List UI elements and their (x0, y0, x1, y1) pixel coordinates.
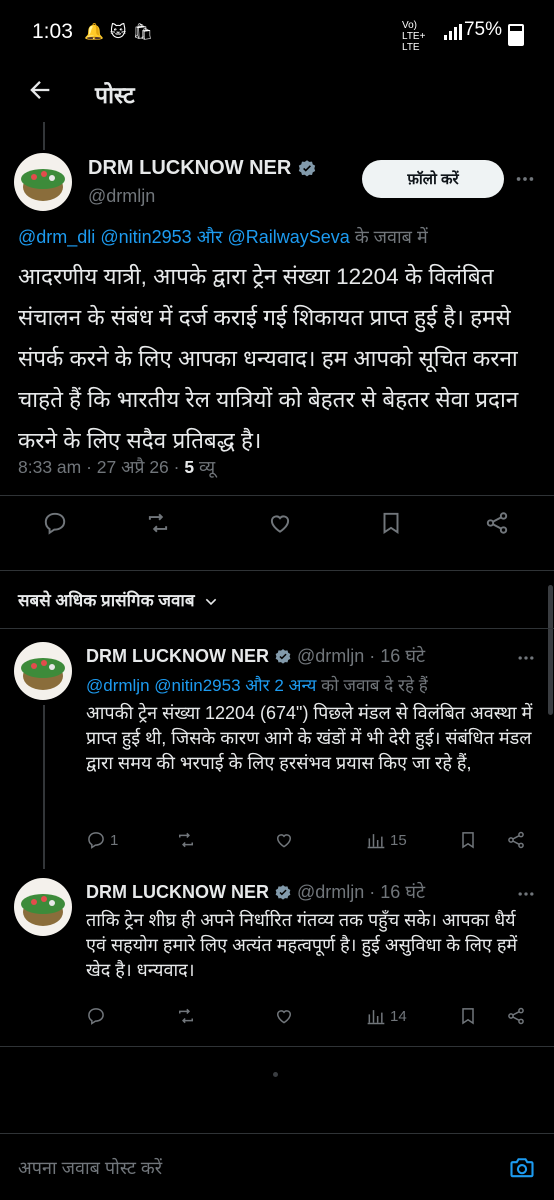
divider (0, 628, 554, 629)
verified-badge-icon (298, 159, 316, 177)
bookmark-icon (462, 832, 474, 849)
bookmark-button[interactable] (458, 1006, 478, 1026)
battery-icon (508, 24, 524, 46)
bookmark-icon[interactable] (378, 510, 404, 536)
author-name[interactable]: DRM LUCKNOW NER (86, 646, 269, 666)
repost-icon (179, 832, 193, 848)
repost-button[interactable] (176, 830, 196, 850)
divider (0, 495, 554, 496)
more-options-icon[interactable] (514, 168, 536, 190)
author-handle[interactable]: @drmljn (88, 186, 155, 207)
shopping-bag-icon: 🛍 (132, 24, 159, 41)
follow-button[interactable]: फ़ॉलो करें (362, 160, 504, 198)
divider (0, 1046, 554, 1047)
share-icon (508, 1007, 524, 1025)
more-options-icon[interactable] (516, 648, 536, 668)
drm-logo-icon (21, 658, 65, 690)
views-button[interactable]: 15 (366, 830, 407, 850)
reply-icon (88, 832, 104, 849)
reply-composer-input[interactable]: अपना जवाब पोस्ट करें (18, 1156, 162, 1180)
reply-to-line: @drm_dli @nitin2953 और @RailwaySeva के ज… (18, 227, 428, 247)
scrollbar[interactable] (548, 585, 553, 715)
author-handle[interactable]: @drmljn (297, 646, 364, 666)
reply-age: 16 घंटे (380, 882, 426, 902)
signal-icon (444, 24, 462, 40)
drm-logo-icon (21, 894, 65, 926)
post-meta: 8:33 am · 27 अप्रै 26 · 5 व्यू (18, 457, 216, 477)
reply-text: ताकि ट्रेन शीघ्र ही अपने निर्धारित गंतव्… (86, 910, 518, 980)
reply-action-bar: 1 15 (0, 830, 554, 858)
more-options-icon[interactable] (516, 884, 536, 904)
mention-link[interactable]: और (197, 227, 223, 247)
back-arrow-icon[interactable] (26, 76, 54, 104)
divider (0, 570, 554, 571)
like-icon (276, 834, 292, 848)
like-icon (276, 1010, 292, 1024)
status-time: 1:03 (32, 20, 73, 43)
repost-button[interactable] (176, 1006, 196, 1026)
verified-badge-icon (275, 649, 291, 664)
reply-action-bar: 14 (0, 1006, 554, 1034)
bookmark-button[interactable] (458, 830, 478, 850)
share-button[interactable] (506, 830, 526, 850)
author-name[interactable]: DRM LUCKNOW NER (86, 882, 269, 902)
like-button[interactable] (274, 1006, 294, 1026)
reply-icon[interactable] (42, 510, 68, 536)
views-icon (367, 1010, 385, 1025)
mention-link[interactable]: @RailwaySeva (227, 227, 349, 247)
views-button[interactable]: 14 (366, 1006, 407, 1026)
reply-button[interactable] (86, 1006, 110, 1026)
reply-icon (88, 1008, 104, 1025)
reply-text: आपकी ट्रेन संख्या 12204 (674") पिछले मंड… (86, 703, 533, 773)
reply-sort-dropdown[interactable]: सबसे अधिक प्रासंगिक जवाब (18, 588, 219, 611)
avatar[interactable] (14, 878, 72, 936)
camera-icon[interactable] (508, 1154, 536, 1182)
post-text: आदरणीय यात्री, आपके द्वारा ट्रेन संख्या … (18, 264, 519, 453)
divider (0, 1133, 554, 1134)
like-button[interactable] (274, 830, 294, 850)
mention-link[interactable]: @drm_dli (18, 227, 95, 247)
reply-header: DRM LUCKNOW NER @drmljn · 16 घंटे (86, 882, 426, 902)
like-icon[interactable] (267, 510, 293, 536)
reply-age: 16 घंटे (380, 646, 426, 666)
loading-indicator (273, 1072, 278, 1077)
avatar[interactable] (14, 153, 72, 211)
mention-link[interactable]: @nitin2953 (100, 227, 191, 247)
chevron-down-icon (206, 598, 217, 605)
reply-header: DRM LUCKNOW NER @drmljn · 16 घंटे (86, 646, 426, 666)
mention-link[interactable]: @drmljn (86, 676, 150, 695)
post-action-bar (0, 510, 554, 554)
network-indicator: Vo) LTE+ LTE (402, 20, 426, 53)
bell-icon: 🔔 (84, 24, 110, 41)
bookmark-icon (462, 1008, 474, 1025)
thread-line (43, 122, 45, 150)
share-button[interactable] (506, 1006, 526, 1026)
reply-to-line: @drmljn @nitin2953 और 2 अन्य को जवाब दे … (86, 676, 428, 695)
views-icon (367, 834, 385, 849)
avatar[interactable] (14, 642, 72, 700)
page-title: पोस्ट (95, 82, 135, 108)
author-name[interactable]: DRM LUCKNOW NER (88, 157, 317, 180)
share-icon (508, 831, 524, 849)
battery-percent: 75% (463, 19, 502, 40)
share-icon[interactable] (484, 510, 510, 536)
repost-icon (179, 1008, 193, 1024)
repost-icon[interactable] (145, 510, 171, 536)
verified-badge-icon (275, 885, 291, 900)
drm-logo-icon (21, 169, 65, 201)
cat-icon: 🐱 (109, 24, 133, 41)
mention-link[interactable]: @nitin2953 (154, 676, 240, 695)
author-handle[interactable]: @drmljn (297, 882, 364, 902)
notification-icons: 🔔🐱🛍 (84, 22, 159, 42)
reply-button[interactable]: 1 (86, 830, 118, 850)
mention-link[interactable]: और (245, 676, 269, 695)
mention-link[interactable]: 2 अन्य (274, 676, 316, 695)
